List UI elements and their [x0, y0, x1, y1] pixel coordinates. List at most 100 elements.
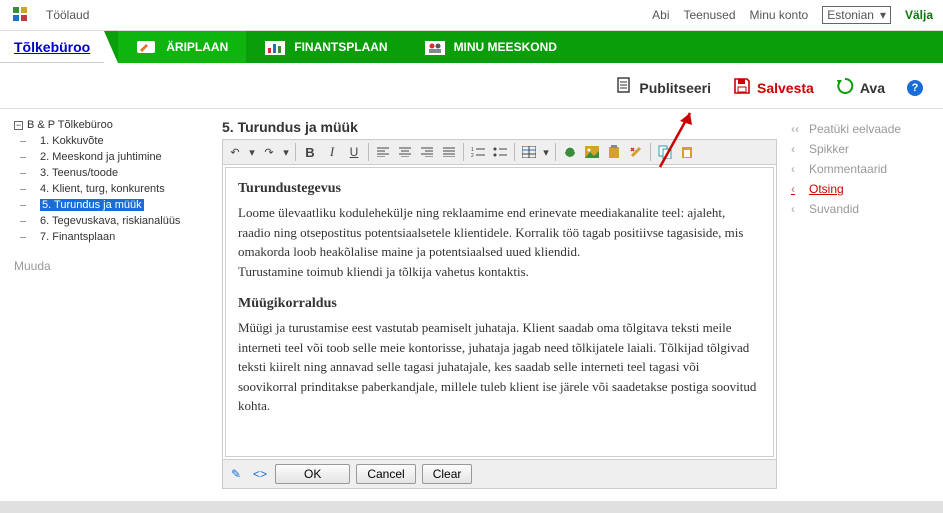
people-icon	[424, 38, 446, 56]
sidebar-link-preview[interactable]: ‹‹ Peatüki eelvaade	[791, 119, 941, 139]
cancel-button[interactable]: Cancel	[356, 464, 415, 484]
sidebar-link-comments[interactable]: ‹ Kommentaarid	[791, 159, 941, 179]
toolbar-separator	[368, 143, 369, 161]
toolbar-separator	[514, 143, 515, 161]
paste-icon[interactable]	[604, 142, 624, 162]
edit-mode-icon[interactable]: ✎	[227, 465, 245, 483]
bar-chart-icon	[264, 38, 286, 56]
chevron-left-icon: ‹	[791, 182, 801, 196]
tree-collapse-icon[interactable]: −	[14, 121, 23, 130]
redo-dropdown-icon[interactable]: ▾	[281, 142, 291, 162]
services-link[interactable]: Teenused	[683, 8, 735, 22]
toolbar-separator	[295, 143, 296, 161]
unordered-list-icon[interactable]	[490, 142, 510, 162]
language-value: Estonian	[827, 8, 874, 22]
app-logo-icon	[10, 4, 32, 26]
help-icon[interactable]: ?	[907, 80, 923, 96]
link-icon[interactable]	[560, 142, 580, 162]
toolbar-separator	[650, 143, 651, 161]
pencil-icon	[136, 38, 158, 56]
brand-tab[interactable]: Tõlkebüroo	[0, 31, 104, 63]
logout-link[interactable]: Välja	[905, 8, 933, 22]
table-dropdown-icon[interactable]: ▾	[541, 142, 551, 162]
brand-link[interactable]: Tõlkebüroo	[14, 39, 90, 55]
sidebar-link-label: Kommentaarid	[809, 162, 887, 176]
content-paragraph: Müügi ja turustamise eest vastutab peami…	[238, 318, 761, 416]
chevron-left-icon: ‹	[791, 162, 801, 176]
clear-button[interactable]: Clear	[422, 464, 473, 484]
refresh-open-icon	[836, 77, 854, 98]
tree-item-3[interactable]: 3. Teenus/toode	[10, 165, 212, 181]
align-right-icon[interactable]	[417, 142, 437, 162]
tree-item-1[interactable]: 1. Kokkuvõte	[10, 133, 212, 149]
redo-icon[interactable]: ↷	[259, 142, 279, 162]
save-label: Salvesta	[757, 80, 814, 96]
clear-format-icon[interactable]	[626, 142, 646, 162]
copy-icon[interactable]	[655, 142, 675, 162]
sidebar-link-spikker[interactable]: ‹ Spikker	[791, 139, 941, 159]
rich-text-editor: ↶ ▾ ↷ ▾ B I U 12 ▾	[222, 139, 777, 489]
editor-footer: ✎ <> OK Cancel Clear	[223, 459, 776, 488]
tree-item-6[interactable]: 6. Tegevuskava, riskianalüüs	[10, 213, 212, 229]
source-mode-icon[interactable]: <>	[251, 465, 269, 483]
save-button[interactable]: Salvesta	[733, 77, 814, 98]
tab-ariplaan[interactable]: ÄRIPLAAN	[118, 31, 246, 63]
chevron-down-icon: ▾	[880, 8, 886, 22]
toolbar-separator	[555, 143, 556, 161]
tab-divider	[104, 31, 118, 63]
open-button[interactable]: Ava	[836, 77, 885, 98]
editor-toolbar: ↶ ▾ ↷ ▾ B I U 12 ▾	[223, 140, 776, 165]
sidebar-link-search[interactable]: ‹ Otsing	[791, 179, 941, 199]
tab-label: FINANTSPLAAN	[294, 40, 387, 54]
ordered-list-icon[interactable]: 12	[468, 142, 488, 162]
align-center-icon[interactable]	[395, 142, 415, 162]
chevron-left-icon: ‹‹	[791, 122, 801, 136]
chevron-left-icon: ‹	[791, 202, 801, 216]
image-icon[interactable]	[582, 142, 602, 162]
ok-button[interactable]: OK	[275, 464, 350, 484]
underline-icon[interactable]: U	[344, 142, 364, 162]
italic-icon[interactable]: I	[322, 142, 342, 162]
editor-content[interactable]: Turundustegevus Loome ülevaatliku kodule…	[225, 167, 774, 457]
tab-label: ÄRIPLAAN	[166, 40, 228, 54]
footer-bar	[0, 501, 943, 513]
tab-meeskond[interactable]: MINU MEESKOND	[406, 31, 575, 63]
help-link[interactable]: Abi	[652, 8, 669, 22]
document-icon	[615, 77, 633, 98]
content-heading: Müügikorraldus	[238, 293, 761, 314]
publish-button[interactable]: Publitseeri	[615, 77, 711, 98]
bold-icon[interactable]: B	[300, 142, 320, 162]
language-select[interactable]: Estonian ▾	[822, 6, 891, 24]
publish-label: Publitseeri	[639, 80, 711, 96]
sidebar-link-label: Suvandid	[809, 202, 859, 216]
sidebar-link-options[interactable]: ‹ Suvandid	[791, 199, 941, 219]
undo-dropdown-icon[interactable]: ▾	[247, 142, 257, 162]
tree-item-4[interactable]: 4. Klient, turg, konkurents	[10, 181, 212, 197]
undo-icon[interactable]: ↶	[225, 142, 245, 162]
content-heading: Turundustegevus	[238, 178, 761, 199]
tree-root[interactable]: − B & P Tõlkebüroo	[10, 117, 212, 133]
breadcrumb[interactable]: Töölaud	[46, 8, 89, 22]
paste-text-icon[interactable]	[677, 142, 697, 162]
tree-item-2[interactable]: 2. Meeskond ja juhtimine	[10, 149, 212, 165]
tree-item-5-selected[interactable]: 5. Turundus ja müük	[10, 197, 212, 213]
sidebar-link-label: Otsing	[809, 182, 844, 196]
align-justify-icon[interactable]	[439, 142, 459, 162]
section-title: 5. Turundus ja müük	[222, 115, 777, 139]
my-account-link[interactable]: Minu konto	[750, 8, 809, 22]
table-icon[interactable]	[519, 142, 539, 162]
svg-text:2: 2	[471, 153, 474, 157]
floppy-icon	[733, 77, 751, 98]
chevron-left-icon: ‹	[791, 142, 801, 156]
tab-finantsplaan[interactable]: FINANTSPLAAN	[246, 31, 405, 63]
sidebar-link-label: Spikker	[809, 142, 849, 156]
toolbar-separator	[463, 143, 464, 161]
tree-item-7[interactable]: 7. Finantsplaan	[10, 229, 212, 245]
open-label: Ava	[860, 80, 885, 96]
tab-label: MINU MEESKOND	[454, 40, 557, 54]
align-left-icon[interactable]	[373, 142, 393, 162]
sidebar-link-label: Peatüki eelvaade	[809, 122, 901, 136]
content-paragraph: Loome ülevaatliku kodulehekülje ning rek…	[238, 203, 761, 281]
tree-root-label: B & P Tõlkebüroo	[27, 119, 113, 131]
edit-link[interactable]: Muuda	[10, 245, 212, 287]
